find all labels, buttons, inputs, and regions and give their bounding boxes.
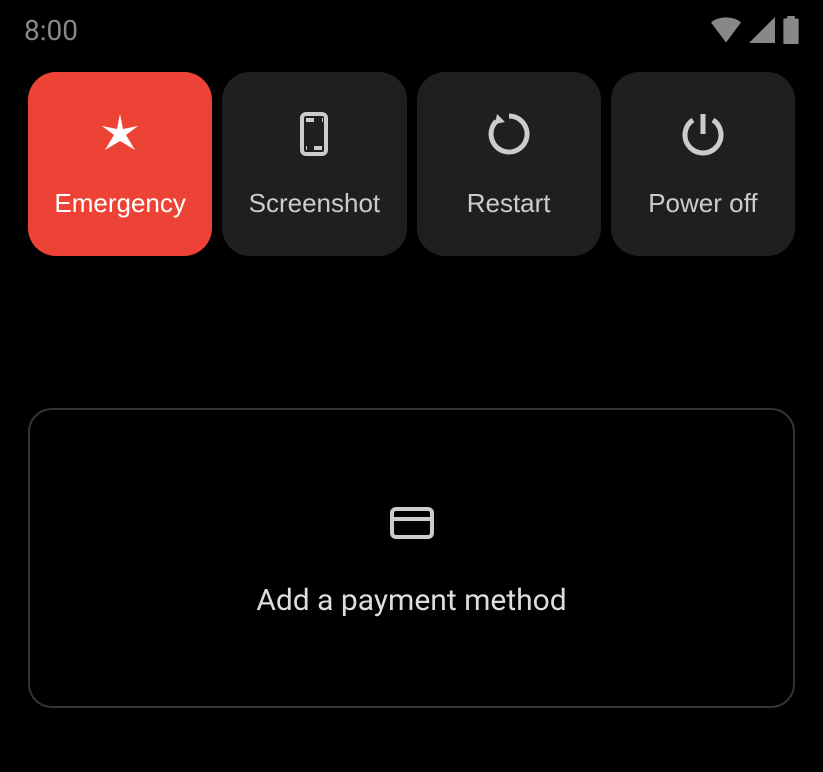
emergency-label: Emergency [54, 188, 186, 219]
poweroff-label: Power off [648, 188, 757, 219]
add-payment-label: Add a payment method [256, 583, 566, 618]
power-menu: Emergency Screenshot Restart Power off [0, 60, 823, 268]
cellular-icon [749, 17, 775, 43]
battery-icon [783, 16, 799, 44]
add-payment-card[interactable]: Add a payment method [28, 408, 795, 708]
status-icons [711, 16, 799, 44]
clock: 8:00 [24, 14, 78, 47]
emergency-button[interactable]: Emergency [28, 72, 212, 256]
status-bar: 8:00 [0, 0, 823, 60]
restart-button[interactable]: Restart [417, 72, 601, 256]
restart-icon [485, 110, 533, 158]
poweroff-button[interactable]: Power off [611, 72, 795, 256]
wifi-icon [711, 17, 741, 43]
screenshot-label: Screenshot [249, 188, 381, 219]
credit-card-icon [388, 499, 436, 547]
asterisk-icon [96, 110, 144, 158]
restart-label: Restart [467, 188, 551, 219]
power-icon [679, 110, 727, 158]
screenshot-button[interactable]: Screenshot [222, 72, 406, 256]
screenshot-icon [290, 110, 338, 158]
